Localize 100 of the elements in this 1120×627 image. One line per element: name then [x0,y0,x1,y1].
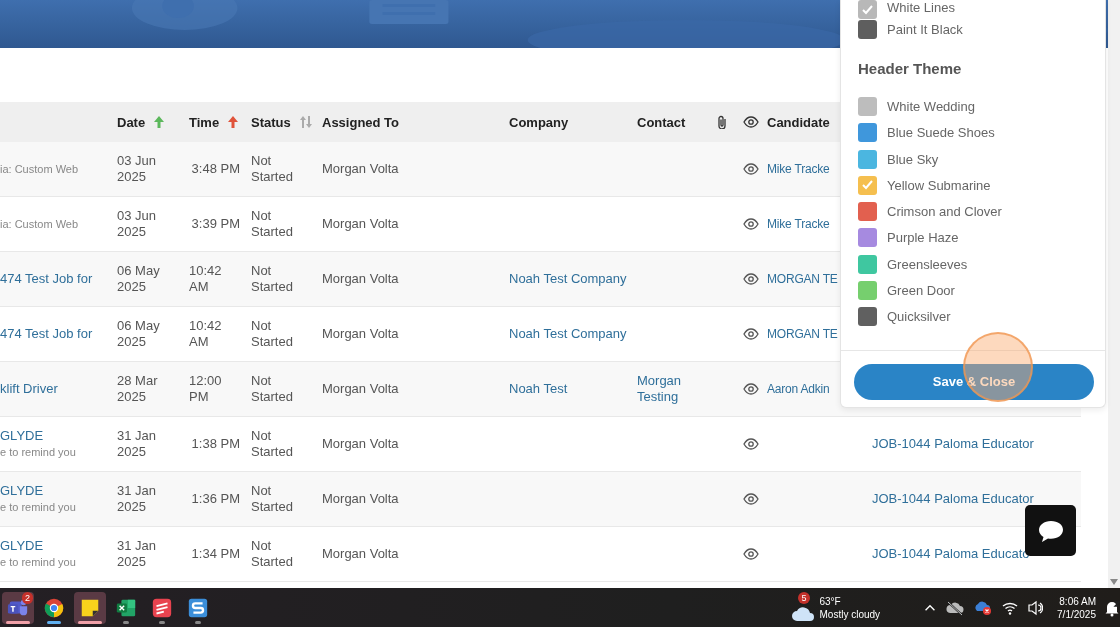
column-header[interactable]: Company [509,114,569,130]
eye-icon[interactable] [743,438,759,450]
color-swatch-checkbox[interactable] [858,254,877,274]
job-link[interactable]: 474 Test Job for [0,271,110,287]
candidate-link[interactable]: Mike Tracke [767,216,830,232]
color-swatch-checkbox[interactable] [858,149,877,169]
column-header[interactable]: Contact [637,114,686,130]
weather-text: Mostly cloudy [819,607,881,621]
note-text: ia: Custom Web [0,162,80,177]
theme-label: Yellow Submarine [887,177,991,193]
theme-label: Paint It Black [887,21,963,37]
color-swatch-checkbox[interactable] [858,123,877,143]
date-text: 31 Jan 2025 [117,483,158,515]
note-text: e to remind you [0,445,77,460]
speaker-icon[interactable] [1028,599,1044,616]
time-text: 1:34 PM [191,546,240,562]
theme-label: Greensleeves [887,256,968,272]
sort-up-icon[interactable] [228,116,239,128]
job-link[interactable]: JOB-1044 Paloma Educator [872,436,1081,452]
date-text: 03 Jun 2025 [117,208,158,240]
column-header[interactable]: Candidate [767,114,830,130]
candidate-link[interactable]: MORGAN TE [767,326,838,342]
cloud-error-icon[interactable] [974,599,993,616]
theme-label: White Wedding [887,98,975,114]
time-text: 3:39 PM [191,216,240,232]
column-header[interactable]: Status [251,114,291,130]
assignee-text: Morgan Volta [322,271,400,287]
theme-label: Green Door [887,283,955,298]
color-swatch-checkbox[interactable] [858,202,877,222]
time-text: 1:38 PM [191,436,240,452]
scrollbar[interactable] [1108,0,1120,588]
column-header[interactable]: Date [117,114,146,130]
check-icon [862,4,873,15]
wifi-icon[interactable] [1002,600,1019,615]
color-swatch-checkbox[interactable] [858,96,877,116]
speech-bubble-icon [1037,518,1064,543]
chevron-up-icon[interactable] [924,603,937,612]
theme-label: White Lines [887,0,955,15]
scroll-down-icon[interactable] [1110,579,1118,585]
eye-icon[interactable] [743,273,759,285]
taskbar-app[interactable] [74,591,106,624]
theme-label: Quicksilver [887,309,951,325]
color-swatch-checkbox[interactable] [858,175,877,195]
job-link[interactable]: GLYDE [0,483,110,499]
column-header[interactable]: Assigned To [322,114,400,130]
date-text: 06 May 2025 [117,263,161,295]
status-text: Not Started [251,428,294,460]
company-link[interactable]: Noah Test Company [509,326,630,342]
theme-label: Crimson and Clover [887,204,1002,220]
weather-widget[interactable]: 5 63°F Mostly cloudy [791,592,881,623]
job-link[interactable]: 474 Test Job for [0,326,110,342]
assignee-text: Morgan Volta [322,436,400,452]
cloud-off-icon[interactable] [946,599,965,616]
date-text: 31 Jan 2025 [117,428,158,460]
color-swatch-checkbox[interactable] [858,228,877,248]
eye-icon[interactable] [743,548,759,560]
notification-badge: 2 [22,591,33,604]
time-text: 10:42 AM [189,263,223,295]
date-text: 06 May 2025 [117,318,161,350]
assignee-text: Morgan Volta [322,326,400,342]
status-text: Not Started [251,208,294,240]
status-text: Not Started [251,373,294,405]
check-icon [862,180,873,191]
eye-icon[interactable] [743,493,759,505]
eye-icon [743,116,759,128]
color-swatch-checkbox[interactable] [858,19,877,39]
eye-icon[interactable] [743,163,759,175]
color-swatch-checkbox[interactable] [858,0,877,19]
status-text: Not Started [251,318,294,350]
status-text: Not Started [251,483,294,515]
job-link[interactable]: JOB-1044 Paloma Educator [872,491,1081,507]
contact-link[interactable]: Morgan Testing [637,373,710,405]
assignee-text: Morgan Volta [322,381,400,397]
date-text: 03 Jun 2025 [117,153,158,185]
assignee-text: Morgan Volta [322,216,400,232]
color-swatch-checkbox[interactable] [858,281,877,300]
note-text: e to remind you [0,500,77,515]
company-link[interactable]: Noah Test Company [509,271,630,287]
date-text: 31 Jan 2025 [117,538,158,570]
eye-icon[interactable] [743,383,759,395]
color-swatch-checkbox[interactable] [858,307,877,327]
job-link[interactable]: GLYDE [0,538,110,554]
assignee-text: Morgan Volta [322,546,400,562]
time-text: 12:00 PM [189,373,223,405]
job-link[interactable]: JOB-1044 Paloma Educato [872,546,1081,562]
candidate-link[interactable]: MORGAN TE [767,271,838,287]
time-text: 10:42 AM [189,318,223,350]
candidate-link[interactable]: Mike Tracke [767,161,830,177]
eye-icon[interactable] [743,328,759,340]
job-link[interactable]: klift Driver [0,381,110,397]
clock[interactable]: 8:06 AM 7/1/2025 [1057,594,1096,621]
section-title: Header Theme [857,59,963,80]
taskbar-app[interactable]: 2 [2,591,34,624]
eye-icon[interactable] [743,218,759,230]
company-link[interactable]: Noah Test [509,381,630,397]
assignee-text: Morgan Volta [322,491,400,507]
column-header[interactable]: Time [189,114,220,130]
candidate-link[interactable]: Aaron Adkin [767,381,830,397]
theme-label: Blue Sky [887,151,939,167]
job-link[interactable]: GLYDE [0,428,110,444]
